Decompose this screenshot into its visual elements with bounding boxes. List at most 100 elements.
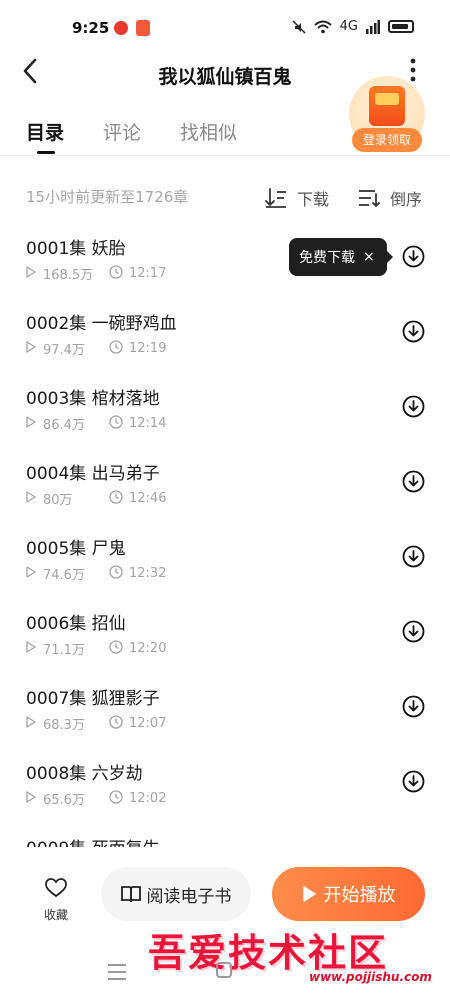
clock-icon <box>109 639 123 658</box>
play-count: 168.5万 <box>43 268 94 283</box>
download-icon[interactable] <box>402 620 425 643</box>
tab-bar: 目录 评论 找相似 <box>0 118 450 154</box>
episode-duration: 12:20 <box>129 641 167 656</box>
episode-duration: 12:17 <box>129 266 167 281</box>
clock-icon <box>109 564 123 583</box>
system-icons: 4G <box>292 19 414 34</box>
episode-title: 0001集 妖胎 <box>26 239 126 259</box>
heart-icon <box>45 878 67 898</box>
status-bar: 9:25 4G <box>0 0 450 56</box>
episode-item[interactable]: 0007集 狐狸影子 68.3万 12:07 <box>0 672 450 747</box>
episode-meta: 168.5万 12:17 <box>26 264 166 283</box>
free-download-tooltip: 免费下载 × <box>289 238 393 276</box>
update-status: 15小时前更新至1726章 <box>26 188 189 206</box>
play-count-icon <box>26 715 36 732</box>
notification-app-icon-2 <box>136 20 150 36</box>
recent-apps-icon[interactable] <box>108 964 126 985</box>
play-count: 68.3万 <box>43 718 85 733</box>
status-time: 9:25 <box>72 19 110 37</box>
play-count-icon <box>26 640 36 657</box>
episode-meta: 74.6万 12:32 <box>26 564 166 583</box>
episode-item[interactable]: 0006集 招仙 71.1万 12:20 <box>0 597 450 672</box>
download-icon[interactable] <box>402 245 425 268</box>
episode-item[interactable]: 0005集 尸鬼 74.6万 12:32 <box>0 522 450 597</box>
mute-icon <box>292 19 306 34</box>
play-count-icon <box>26 490 36 507</box>
tooltip-close-icon[interactable]: × <box>363 249 375 265</box>
episode-title: 0002集 一碗野鸡血 <box>26 314 177 334</box>
tab-catalog[interactable]: 目录 <box>26 118 64 145</box>
episode-title: 0004集 出马弟子 <box>26 464 160 484</box>
download-icon[interactable] <box>402 320 425 343</box>
episode-title: 0009集 死而复生 <box>26 834 160 847</box>
wifi-icon <box>313 20 332 33</box>
active-tab-indicator <box>37 151 55 154</box>
catalog-info-row: 15小时前更新至1726章 下载 倒序 <box>0 186 450 210</box>
clock-icon <box>109 789 123 808</box>
episode-title: 0005集 尸鬼 <box>26 539 126 559</box>
sort-label: 倒序 <box>390 190 423 209</box>
network-type-label: 4G <box>339 19 358 34</box>
system-nav-bar <box>0 950 450 1000</box>
clock-icon <box>109 414 123 433</box>
sort-button[interactable]: 倒序 <box>358 186 422 210</box>
play-count: 74.6万 <box>43 568 85 583</box>
download-icon[interactable] <box>402 545 425 568</box>
play-count-icon <box>26 415 36 432</box>
signal-icon <box>366 19 380 34</box>
download-icon[interactable] <box>402 470 425 493</box>
episode-duration: 12:46 <box>129 491 167 506</box>
play-count-icon <box>26 265 36 282</box>
start-play-button[interactable]: 开始播放 <box>272 867 425 921</box>
episode-title: 0008集 六岁劫 <box>26 764 143 784</box>
clock-icon <box>109 714 123 733</box>
episode-duration: 12:07 <box>129 716 167 731</box>
download-list-icon <box>265 188 286 208</box>
play-count-icon <box>26 340 36 357</box>
episode-duration: 12:14 <box>129 416 167 431</box>
episode-title: 0003集 棺材落地 <box>26 389 160 409</box>
episode-meta: 68.3万 12:07 <box>26 714 166 733</box>
download-icon[interactable] <box>402 395 425 418</box>
divider <box>0 155 450 156</box>
episode-item[interactable]: 0003集 棺材落地 86.4万 12:14 <box>0 372 450 447</box>
episode-duration: 12:19 <box>129 341 167 356</box>
episode-meta: 86.4万 12:14 <box>26 414 166 433</box>
tooltip-text: 免费下载 <box>299 250 355 266</box>
episode-meta: 80万 12:46 <box>26 489 166 508</box>
download-icon[interactable] <box>402 770 425 793</box>
book-icon <box>120 886 141 903</box>
episode-item[interactable]: 0002集 一碗野鸡血 97.4万 12:19 <box>0 297 450 372</box>
play-count-icon <box>26 790 36 807</box>
clock-icon <box>109 489 123 508</box>
download-button[interactable]: 下载 <box>265 186 329 210</box>
read-ebook-label: 阅读电子书 <box>146 886 232 907</box>
read-ebook-button[interactable]: 阅读电子书 <box>101 867 251 921</box>
battery-icon <box>388 20 414 33</box>
notification-app-icon <box>114 21 128 35</box>
play-count: 71.1万 <box>43 643 85 658</box>
home-icon[interactable] <box>216 962 232 978</box>
episode-duration: 12:32 <box>129 566 167 581</box>
play-icon <box>302 886 316 902</box>
episode-meta: 65.6万 12:02 <box>26 789 166 808</box>
download-icon[interactable] <box>402 695 425 718</box>
more-menu-icon[interactable] <box>410 58 416 82</box>
play-count: 65.6万 <box>43 793 85 808</box>
episode-duration: 12:02 <box>129 791 167 806</box>
favorite-button[interactable]: 收藏 <box>36 878 76 923</box>
episode-item[interactable]: 0008集 六岁劫 65.6万 12:02 <box>0 747 450 822</box>
play-count: 97.4万 <box>43 343 85 358</box>
clock-icon <box>109 339 123 358</box>
episode-title: 0006集 招仙 <box>26 614 126 634</box>
episode-item[interactable]: 0004集 出马弟子 80万 12:46 <box>0 447 450 522</box>
tab-comments[interactable]: 评论 <box>103 118 141 145</box>
tab-similar[interactable]: 找相似 <box>180 118 237 145</box>
play-count-icon <box>26 565 36 582</box>
sort-icon <box>359 190 380 208</box>
play-count: 80万 <box>43 493 73 508</box>
episode-item[interactable]: 0009集 死而复生 <box>0 822 450 847</box>
download-label: 下载 <box>297 190 330 209</box>
episode-meta: 71.1万 12:20 <box>26 639 166 658</box>
episode-meta: 97.4万 12:19 <box>26 339 166 358</box>
